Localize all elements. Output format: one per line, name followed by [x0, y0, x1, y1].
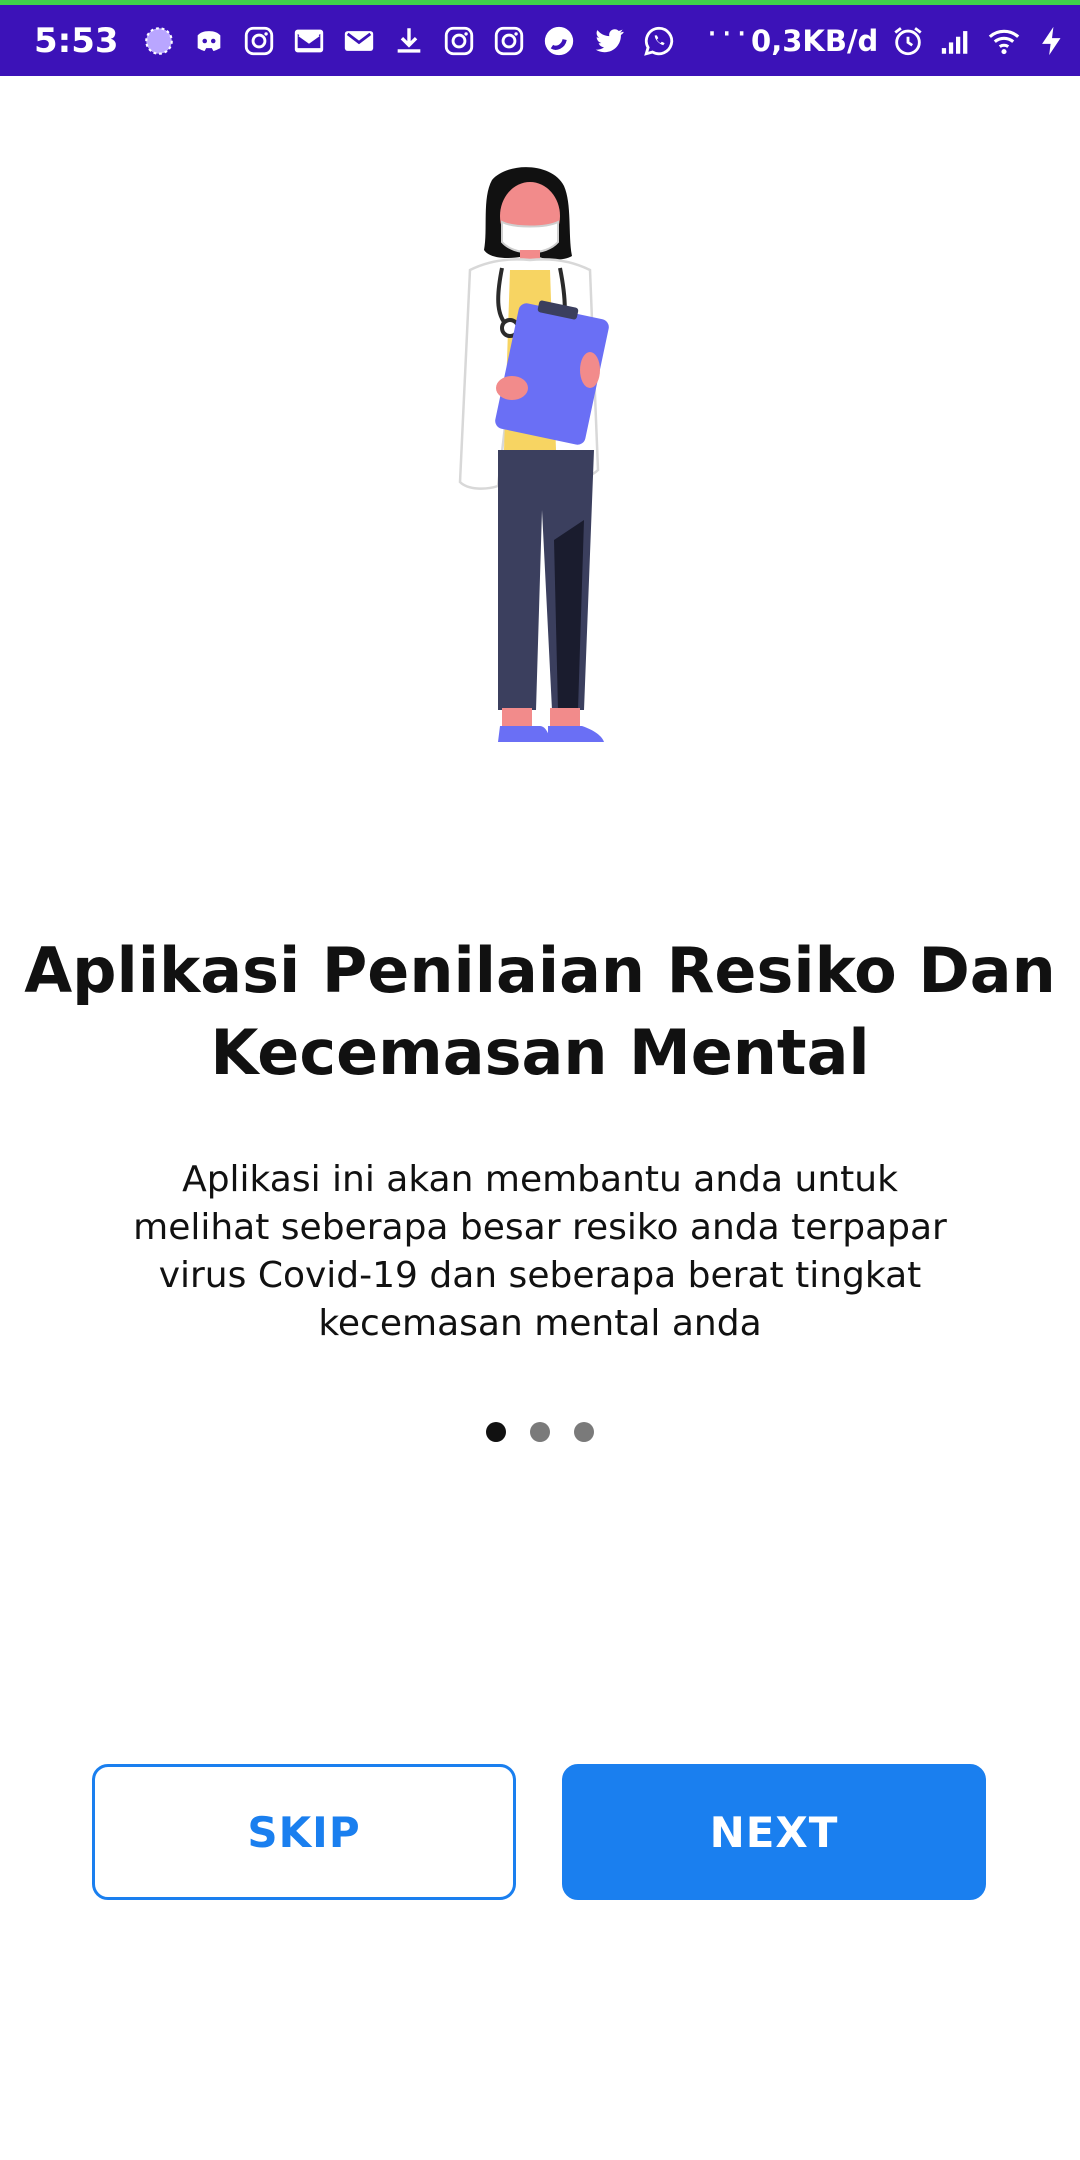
status-time: 5:53	[34, 20, 119, 61]
instagram-icon	[241, 23, 277, 59]
onboarding-title: Aplikasi Penilaian Resiko Dan Kecemasan …	[24, 934, 1056, 1089]
twitter-icon	[591, 23, 627, 59]
next-button[interactable]: NEXT	[562, 1764, 986, 1900]
instagram-icon	[491, 23, 527, 59]
discord-icon	[191, 23, 227, 59]
page-indicator	[486, 1422, 594, 1442]
onboarding-description: Aplikasi ini akan membantu anda untuk me…	[133, 1159, 947, 1344]
bubble-icon	[141, 23, 177, 59]
doctor-illustration	[430, 160, 670, 780]
status-bar: 5:53 ··· 0,3KB/d	[0, 0, 1080, 76]
charging-icon	[1034, 23, 1070, 59]
status-indicators: 0,3KB/d	[751, 23, 1070, 59]
notification-icons	[141, 23, 677, 59]
gmail-icon	[341, 23, 377, 59]
page-dot-2[interactable]	[530, 1422, 550, 1442]
instagram-icon	[441, 23, 477, 59]
page-dot-1-active[interactable]	[486, 1422, 506, 1442]
more-notifications-icon: ···	[706, 13, 752, 54]
page-dot-3[interactable]	[574, 1422, 594, 1442]
network-speed: 0,3KB/d	[751, 23, 879, 58]
whatsapp-icon	[641, 23, 677, 59]
wifi-icon	[986, 23, 1022, 59]
gmail-icon	[291, 23, 327, 59]
alarm-icon	[890, 23, 926, 59]
signal-icon	[938, 23, 974, 59]
opera-icon	[541, 23, 577, 59]
skip-button[interactable]: SKIP	[92, 1764, 516, 1900]
download-icon	[391, 23, 427, 59]
